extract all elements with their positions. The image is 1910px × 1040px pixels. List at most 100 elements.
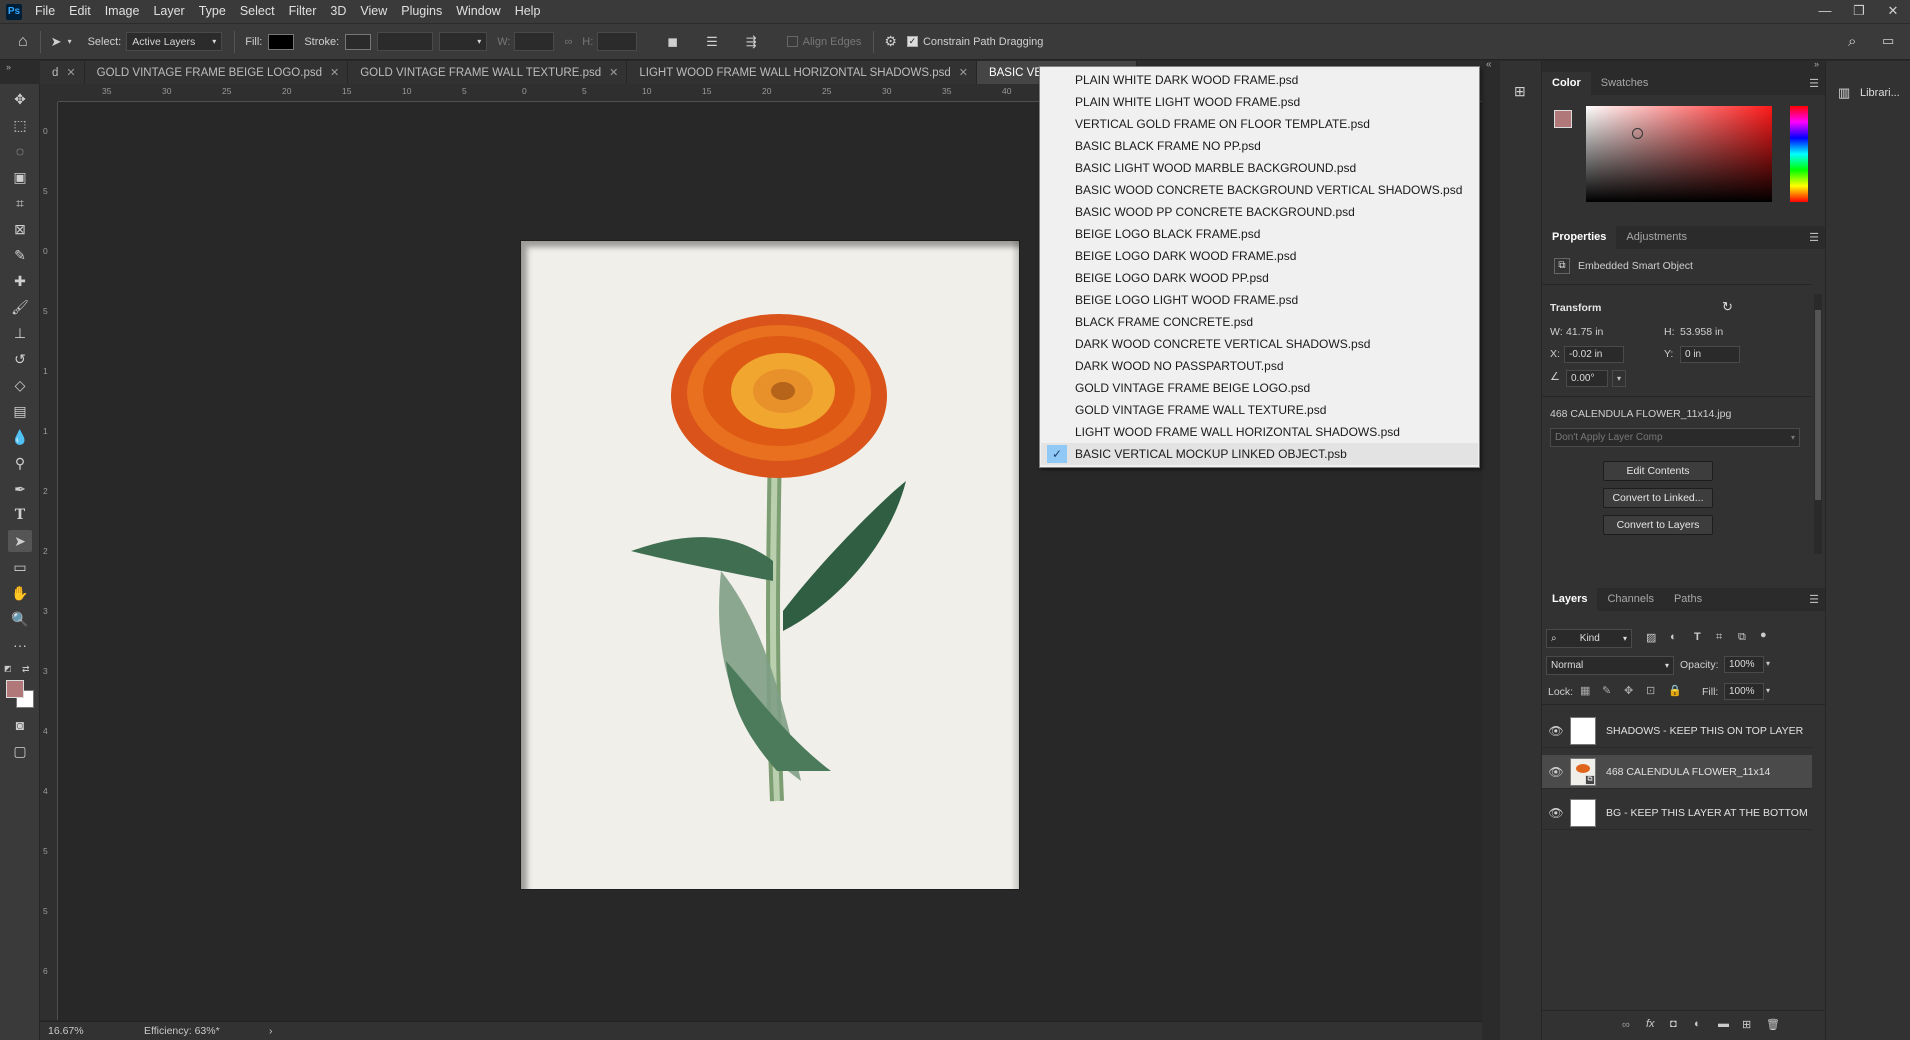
ruler-origin[interactable]	[40, 84, 58, 102]
select-dropdown[interactable]: Active Layers ▾	[126, 32, 223, 51]
height-value[interactable]: 53.958 in	[1680, 326, 1723, 338]
menu-item-document[interactable]: DARK WOOD NO PASSPARTOUT.psd	[1041, 355, 1478, 377]
convert-to-layers-button[interactable]: Convert to Layers	[1603, 515, 1713, 535]
dodge-tool-icon[interactable]: ⚲	[8, 452, 32, 474]
filter-shape-icon[interactable]: ⌗	[1716, 631, 1722, 644]
menu-item-document-checked[interactable]: ✓ BASIC VERTICAL MOCKUP LINKED OBJECT.ps…	[1041, 443, 1478, 465]
align-edges-option[interactable]: Align Edges	[786, 36, 861, 48]
menu-plugins[interactable]: Plugins	[394, 0, 449, 23]
menu-item-document[interactable]: BEIGE LOGO DARK WOOD FRAME.psd	[1041, 245, 1478, 267]
lock-artboard-icon[interactable]: ⊡	[1646, 684, 1655, 697]
menu-help[interactable]: Help	[508, 0, 548, 23]
menu-item-document[interactable]: BASIC WOOD PP CONCRETE BACKGROUND.psd	[1041, 201, 1478, 223]
lasso-tool-icon[interactable]: ◌	[8, 140, 32, 162]
close-icon[interactable]: ✕	[959, 66, 968, 79]
close-icon[interactable]: ✕	[609, 66, 618, 79]
pen-tool-icon[interactable]: ✒	[8, 478, 32, 500]
menu-image[interactable]: Image	[98, 0, 147, 23]
more-tools-icon[interactable]: ···	[8, 634, 32, 656]
menu-edit[interactable]: Edit	[62, 0, 98, 23]
chevron-down-icon[interactable]: ▾	[1766, 686, 1770, 695]
path-selection-tool-icon[interactable]: ➤	[8, 530, 32, 552]
brush-tool-icon[interactable]: 🖌	[8, 296, 32, 318]
menu-item-document[interactable]: PLAIN WHITE DARK WOOD FRAME.psd	[1041, 69, 1478, 91]
layer-row[interactable]: 👁 SHADOWS - KEEP THIS ON TOP LAYER	[1542, 714, 1812, 748]
link-layers-icon[interactable]: ∞	[1622, 1019, 1630, 1031]
panel-menu-icon[interactable]: ☰	[1809, 77, 1819, 90]
type-tool-icon[interactable]: T	[8, 504, 32, 526]
restore-button[interactable]: ❐	[1842, 0, 1876, 23]
eye-icon[interactable]: 👁	[1542, 765, 1570, 779]
layer-row[interactable]: 👁 BG - KEEP THIS LAYER AT THE BOTTOM	[1542, 796, 1812, 830]
convert-to-linked-button[interactable]: Convert to Linked...	[1603, 488, 1713, 508]
eraser-tool-icon[interactable]: ◇	[8, 374, 32, 396]
tab-channels[interactable]: Channels	[1597, 588, 1663, 611]
layer-filter-dropdown[interactable]: ⌕ Kind ▾	[1546, 629, 1632, 648]
eyedropper-tool-icon[interactable]: ✎	[8, 244, 32, 266]
menu-item-document[interactable]: BEIGE LOGO BLACK FRAME.psd	[1041, 223, 1478, 245]
menu-item-document[interactable]: BEIGE LOGO LIGHT WOOD FRAME.psd	[1041, 289, 1478, 311]
workspace-icon[interactable]: ▭	[1882, 33, 1894, 49]
reset-transform-icon[interactable]: ↻	[1722, 299, 1733, 315]
healing-brush-tool-icon[interactable]: ✚	[8, 270, 32, 292]
menu-select[interactable]: Select	[233, 0, 282, 23]
menu-view[interactable]: View	[353, 0, 394, 23]
menu-type[interactable]: Type	[192, 0, 233, 23]
move-tool-icon[interactable]: ✥	[8, 88, 32, 110]
menu-item-document[interactable]: BASIC LIGHT WOOD MARBLE BACKGROUND.psd	[1041, 157, 1478, 179]
constrain-checkbox[interactable]: ✓	[906, 36, 918, 47]
trash-icon[interactable]: 🗑	[1766, 1018, 1780, 1031]
tab-properties[interactable]: Properties	[1542, 226, 1617, 249]
opacity-field[interactable]: 100%	[1724, 656, 1764, 673]
history-panel-icon[interactable]: ⊞	[1514, 83, 1526, 100]
menu-item-document[interactable]: VERTICAL GOLD FRAME ON FLOOR TEMPLATE.ps…	[1041, 113, 1478, 135]
tab-document[interactable]: LIGHT WOOD FRAME WALL HORIZONTAL SHADOWS…	[627, 61, 977, 84]
tab-color[interactable]: Color	[1542, 72, 1591, 95]
zoom-tool-icon[interactable]: 🔍	[8, 608, 32, 630]
crop-tool-icon[interactable]: ⌗	[8, 192, 32, 214]
group-folder-icon[interactable]: ▬	[1718, 1018, 1729, 1030]
menu-3d[interactable]: 3D	[323, 0, 353, 23]
foreground-color-swatch[interactable]	[6, 680, 24, 698]
status-menu-arrow[interactable]: ›	[269, 1025, 273, 1037]
stroke-swatch[interactable]	[345, 33, 372, 50]
filter-type-icon[interactable]: T	[1694, 631, 1701, 643]
screen-mode-icon[interactable]: ▢	[8, 740, 32, 762]
menu-item-document[interactable]: BLACK FRAME CONCRETE.psd	[1041, 311, 1478, 333]
tab-document[interactable]: GOLD VINTAGE FRAME WALL TEXTURE.psd ✕	[348, 61, 628, 84]
menu-item-document[interactable]: GOLD VINTAGE FRAME WALL TEXTURE.psd	[1041, 399, 1478, 421]
menu-item-document[interactable]: BASIC WOOD CONCRETE BACKGROUND VERTICAL …	[1041, 179, 1478, 201]
menu-item-document[interactable]: GOLD VINTAGE FRAME BEIGE LOGO.psd	[1041, 377, 1478, 399]
add-mask-icon[interactable]: ◘	[1670, 1018, 1677, 1030]
tab-document[interactable]: d ✕	[40, 61, 85, 84]
color-picker-cursor[interactable]	[1632, 128, 1643, 139]
frame-tool-icon[interactable]: ⊠	[8, 218, 32, 240]
lock-position-icon[interactable]: ✥	[1624, 684, 1633, 697]
align-edges-checkbox[interactable]	[786, 36, 798, 47]
fx-icon[interactable]: fx	[1646, 1018, 1655, 1030]
width-value[interactable]: 41.75 in	[1566, 326, 1603, 338]
clone-stamp-tool-icon[interactable]: ⊥	[8, 322, 32, 344]
fill-field[interactable]: 100%	[1724, 683, 1764, 700]
stroke-width-field[interactable]	[377, 32, 434, 51]
menu-window[interactable]: Window	[449, 0, 507, 23]
minimize-button[interactable]: —	[1808, 0, 1842, 23]
tab-document[interactable]: GOLD VINTAGE FRAME BEIGE LOGO.psd ✕	[84, 61, 349, 84]
path-operations-icon[interactable]: ◼	[667, 34, 678, 50]
layer-comp-dropdown[interactable]: Don't Apply Layer Comp ▾	[1550, 428, 1800, 447]
hue-slider[interactable]	[1790, 106, 1808, 202]
link-icon[interactable]: ∞	[564, 36, 572, 48]
default-colors-icon[interactable]: ◩	[4, 664, 12, 673]
fill-swatch[interactable]	[268, 33, 295, 50]
angle-field[interactable]: 0.00°	[1566, 370, 1608, 387]
quick-mask-icon[interactable]: ◙	[8, 714, 32, 736]
lock-image-icon[interactable]: ✎	[1602, 684, 1611, 697]
lock-all-icon[interactable]: 🔒	[1668, 684, 1682, 697]
collapse-panels-icon[interactable]: »	[1814, 59, 1819, 69]
lock-transparent-icon[interactable]: ▦	[1580, 684, 1590, 697]
eye-icon[interactable]: 👁	[1542, 806, 1570, 820]
gradient-tool-icon[interactable]: ▤	[8, 400, 32, 422]
object-selection-tool-icon[interactable]: ▣	[8, 166, 32, 188]
chevron-down-icon[interactable]: ▾	[1766, 659, 1770, 668]
chevron-down-icon[interactable]: ▾	[1612, 370, 1626, 387]
